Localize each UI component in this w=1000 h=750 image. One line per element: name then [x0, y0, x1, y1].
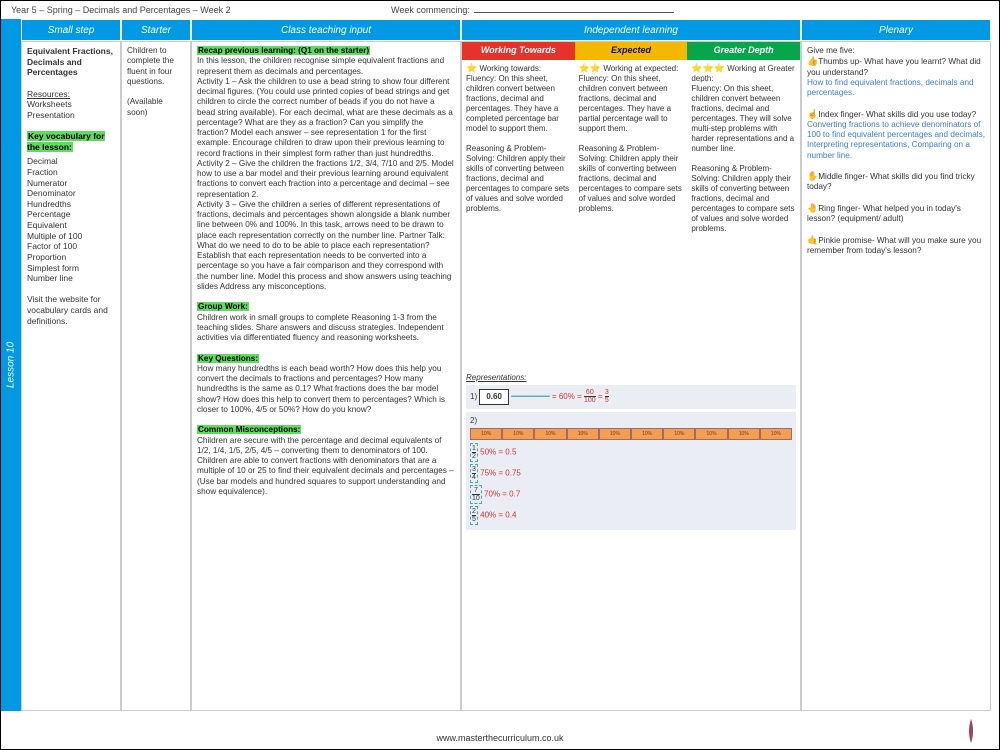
week-blank-line: [474, 12, 674, 13]
page-header: Year 5 – Spring – Decimals and Percentag…: [1, 1, 999, 19]
teaching-cell: Recap previous learning: (Q1 on the star…: [191, 41, 461, 711]
starter-cell: Children to complete the fluent in four …: [121, 41, 191, 711]
col-starter: Starter: [121, 19, 191, 41]
starter-note: (Available soon): [127, 97, 185, 118]
lesson-number-tab: Lesson 10: [1, 19, 21, 711]
indep-level-headers: Working Towards Expected Greater Depth: [462, 42, 800, 60]
vocab-list: Decimal Fraction Numerator Denominator H…: [27, 156, 115, 284]
level-working-towards: Working Towards: [462, 42, 575, 60]
cm-heading: Common Misconceptions:: [197, 425, 301, 434]
thumbs-up-icon: 👍: [807, 56, 818, 66]
star-icon: ⭐: [466, 63, 477, 73]
footer-url: www.masterthecurriculum.co.uk: [1, 733, 999, 743]
independent-cell: Working Towards Expected Greater Depth ⭐…: [461, 41, 801, 711]
decimal-box: 0.60: [479, 389, 509, 405]
resources-heading: Resources:: [27, 89, 115, 100]
star-icon: ⭐⭐⭐: [691, 63, 725, 73]
col-small-step: Small step: [21, 19, 121, 41]
col-independent: Independent learning: [461, 19, 801, 41]
star-icon: ⭐⭐: [579, 63, 601, 73]
kq-heading: Key Questions:: [197, 354, 259, 363]
planning-table: Lesson 10 Small step Starter Class teach…: [1, 19, 999, 711]
rep-2: 2) 10%10%10%10%10%10%10%10%10%10% 12 50%…: [466, 412, 796, 530]
kq-body: How many hundredths is each bead worth? …: [197, 364, 455, 415]
gd-column: ⭐⭐⭐ Working at Greater depth: Fluency: O…: [687, 60, 800, 370]
representations: Representations: 1) 0.60 ━━━━━━━━ = 60% …: [462, 370, 800, 536]
recap-body: In this lesson, the children recognise s…: [197, 56, 455, 292]
index-finger-icon: ☝️: [807, 109, 818, 119]
level-expected: Expected: [575, 42, 688, 60]
planning-grid: Small step Starter Class teaching input …: [21, 19, 999, 711]
cm-body: Children are secure with the percentage …: [197, 436, 455, 498]
ex-column: ⭐⭐ Working at expected: Fluency: On this…: [575, 60, 688, 370]
recap-heading: Recap previous learning: (Q1 on the star…: [197, 46, 370, 55]
reps-title: Representations:: [466, 373, 796, 383]
col-teaching: Class teaching input: [191, 19, 461, 41]
percentage-bar: 10%10%10%10%10%10%10%10%10%10%: [470, 428, 792, 440]
resources-list: Worksheets Presentation: [27, 99, 115, 120]
header-week: Week commencing:: [391, 5, 791, 15]
header-title: Year 5 – Spring – Decimals and Percentag…: [11, 5, 391, 15]
group-heading: Group Work:: [197, 302, 249, 311]
ring-finger-icon: 🤚: [807, 203, 818, 213]
group-body: Children work in small groups to complet…: [197, 313, 455, 344]
starter-text: Children to complete the fluent in four …: [127, 46, 185, 87]
vocab-heading: Key vocabulary for the lesson:: [27, 131, 105, 152]
plenary-intro: Give me five:: [807, 46, 985, 56]
middle-finger-icon: ✋: [807, 171, 818, 181]
brand-logo: [961, 717, 981, 745]
indep-columns: ⭐ Working towards: Fluency: On this shee…: [462, 60, 800, 370]
col-plenary: Plenary: [801, 19, 991, 41]
pinkie-icon: 🤙: [807, 235, 818, 245]
step-title: Equivalent Fractions, Decimals and Perce…: [27, 46, 115, 78]
small-step-cell: Equivalent Fractions, Decimals and Perce…: [21, 41, 121, 711]
visit-website: Visit the website for vocabulary cards a…: [27, 294, 115, 326]
lesson-plan-page: Year 5 – Spring – Decimals and Percentag…: [0, 0, 1000, 750]
bead-string-icon: ━━━━━━━━: [511, 392, 552, 401]
rep-1: 1) 0.60 ━━━━━━━━ = 60% = 60100 = 35: [466, 385, 796, 409]
plenary-cell: Give me five: 👍Thumbs up- What have you …: [801, 41, 991, 711]
wt-column: ⭐ Working towards: Fluency: On this shee…: [462, 60, 575, 370]
level-greater-depth: Greater Depth: [687, 42, 800, 60]
